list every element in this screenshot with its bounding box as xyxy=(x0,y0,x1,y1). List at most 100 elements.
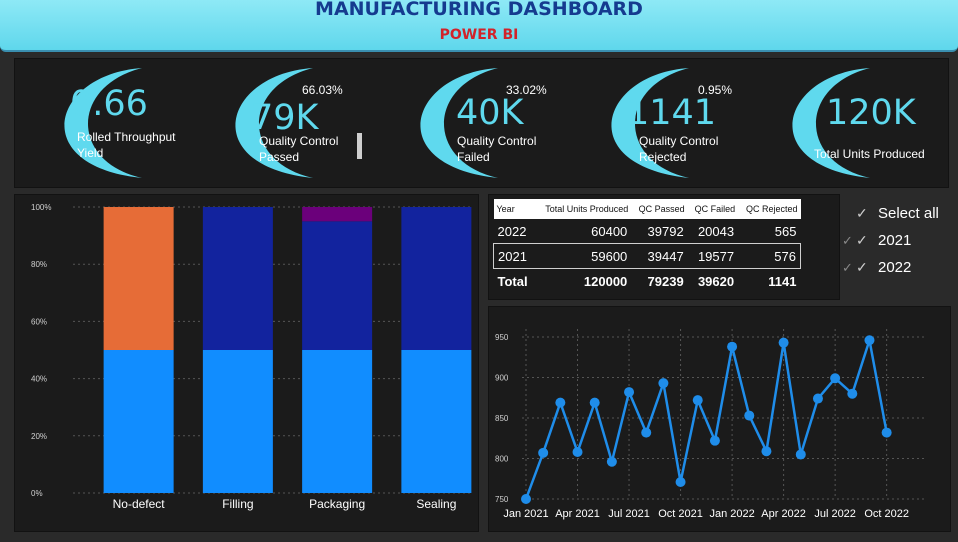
kpi-value: 40K xyxy=(456,93,524,133)
table-row[interactable]: 2022 60400 39792 20043 565 xyxy=(494,219,801,244)
table-cell: 19577 xyxy=(687,243,739,269)
kpi-label-line1: Total Units Produced xyxy=(814,147,925,161)
table-cell: 120000 xyxy=(583,273,628,289)
year-slicer: ✓ Select all ✓ ✓ 2021 ✓ ✓ 2022 xyxy=(842,200,952,281)
data-point xyxy=(675,476,686,487)
slicer-option-2021[interactable]: ✓ ✓ 2021 xyxy=(842,227,952,254)
table-cell: Total xyxy=(497,273,528,289)
slicer-option-label: 2022 xyxy=(878,259,912,276)
qc-summary-table: Year Total Units Produced QC Passed QC F… xyxy=(492,199,802,294)
kpi-label: Quality Control Failed xyxy=(457,133,536,165)
slicer-select-all-label: Select all xyxy=(878,205,939,222)
kpi-card-rty: 0.66 Rolled Throughput Yield xyxy=(32,66,202,181)
x-tick-label: Apr 2021 xyxy=(555,508,600,520)
data-point xyxy=(744,410,755,421)
defect-bar-chart-panel: 0% 20% 40% 60% 80% 100% No-defect Filling Packag… xyxy=(14,194,479,532)
kpi-percent: 66.03% xyxy=(302,83,343,97)
kpi-label-line2: Passed xyxy=(259,150,300,164)
x-tick-label: Packaging xyxy=(309,497,365,511)
kpi-label-line1: Rolled Throughput xyxy=(77,130,176,144)
table-cell: 60400 xyxy=(591,223,628,239)
table-cell: 2021 xyxy=(492,243,535,269)
checkmark-icon: ✓ xyxy=(856,232,868,248)
y-tick-label: 850 xyxy=(495,414,509,423)
checkmark-icon: ✓ xyxy=(856,205,868,221)
data-point xyxy=(881,427,892,438)
kpi-value: 0.66 xyxy=(70,84,148,124)
bar-segment xyxy=(302,350,373,493)
bar-segment xyxy=(202,350,273,493)
y-tick-label: 800 xyxy=(495,455,509,464)
bar-segment xyxy=(401,350,472,493)
kpi-card-qc-passed: 66.03% 79K Quality Control Passed xyxy=(203,66,373,181)
column-header[interactable]: QC Failed xyxy=(687,199,739,219)
kpi-label-line1: Quality Control xyxy=(259,134,339,148)
kpi-label-line2: Rejected xyxy=(639,150,687,164)
defect-bar-chart: 0% 20% 40% 60% 80% 100% No-defect Filling Packag… xyxy=(31,203,472,511)
table-cell: 39447 xyxy=(631,243,688,269)
kpi-label-line2: Failed xyxy=(457,150,490,164)
data-point xyxy=(572,447,583,458)
table-cell: 576 xyxy=(738,243,802,269)
dashboard-subtitle: POWER BI xyxy=(439,27,519,43)
bar-segment xyxy=(401,207,472,350)
kpi-value: 79K xyxy=(251,98,319,138)
x-tick-label: No-defect xyxy=(113,497,166,511)
slicer-select-all[interactable]: ✓ Select all xyxy=(842,200,952,227)
dashboard-header: MANUFACTURING DASHBOARD POWER BI xyxy=(0,0,958,52)
data-point xyxy=(847,388,858,399)
x-tick-label: Sealing xyxy=(416,497,456,511)
kpi-value: 1141 xyxy=(627,93,717,133)
slicer-option-label: 2021 xyxy=(878,232,912,249)
dashboard-title: MANUFACTURING DASHBOARD xyxy=(315,0,643,20)
data-point xyxy=(864,335,875,346)
data-point xyxy=(830,373,841,384)
data-point xyxy=(555,397,566,408)
kpi-label-line2: Yield xyxy=(77,146,104,160)
table-row[interactable]: 2021 59600 39447 19577 576 xyxy=(492,243,802,269)
data-point xyxy=(589,397,600,408)
table-total-row: Total 120000 79239 39620 1141 xyxy=(494,269,801,294)
y-tick-label: 0% xyxy=(31,489,43,498)
table-cell: 565 xyxy=(774,223,797,239)
data-point xyxy=(658,378,669,389)
x-tick-label: Jul 2021 xyxy=(608,508,650,520)
data-point xyxy=(761,446,772,457)
x-tick-label: Jul 2022 xyxy=(814,508,856,520)
bar-segment xyxy=(103,207,174,350)
x-tick-label: Filling xyxy=(222,497,253,511)
kpi-label: Quality Control Passed xyxy=(259,133,338,165)
kpi-card-total-units: 120K Total Units Produced xyxy=(760,66,930,181)
column-header[interactable]: QC Passed xyxy=(631,199,688,219)
data-point xyxy=(606,456,617,467)
slicer-option-2022[interactable]: ✓ ✓ 2022 xyxy=(842,254,952,281)
bar-segment xyxy=(103,350,174,493)
x-tick-label: Jan 2021 xyxy=(503,508,548,520)
monthly-line-chart: 750 800 850 900 950 Jan 2021 Apr 2021 Jul 2021 O… xyxy=(495,329,927,520)
table-cell: 2022 xyxy=(497,223,527,239)
table-cell: 79239 xyxy=(647,273,684,289)
data-point xyxy=(709,435,720,446)
table-cell: 39792 xyxy=(647,223,684,239)
scroll-indicator xyxy=(357,133,362,159)
kpi-label: Rolled Throughput Yield xyxy=(77,129,176,161)
data-point xyxy=(727,341,738,352)
y-tick-label: 60% xyxy=(31,317,47,326)
y-tick-label: 100% xyxy=(31,203,51,212)
data-point xyxy=(812,393,823,404)
column-header[interactable]: Total Units Produced xyxy=(534,199,632,219)
data-point xyxy=(538,447,549,458)
y-tick-label: 950 xyxy=(495,333,509,342)
x-tick-label: Oct 2022 xyxy=(864,508,909,520)
column-header[interactable]: Year xyxy=(493,199,535,219)
table-header-row: Year Total Units Produced QC Passed QC F… xyxy=(493,199,801,219)
table-cell: 1141 xyxy=(768,273,797,289)
data-point xyxy=(641,427,652,438)
y-tick-label: 40% xyxy=(31,375,47,384)
y-tick-label: 900 xyxy=(495,374,509,383)
bar-segment xyxy=(202,207,273,350)
data-point xyxy=(778,337,789,348)
data-point xyxy=(521,494,531,504)
y-tick-label: 750 xyxy=(495,495,509,504)
column-header[interactable]: QC Rejected xyxy=(738,199,801,219)
